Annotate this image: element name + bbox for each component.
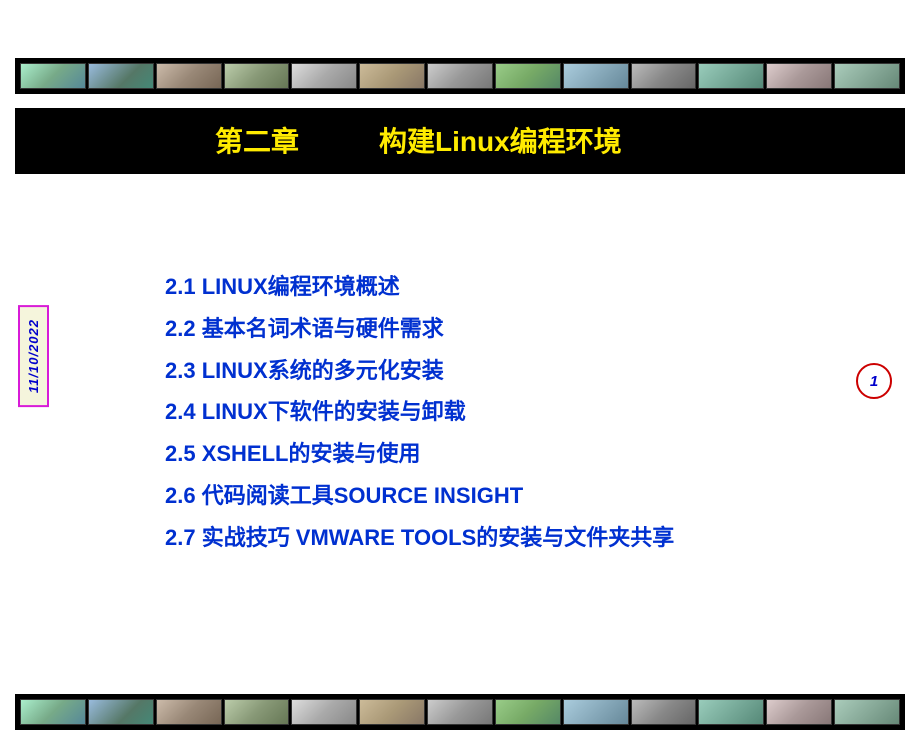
thumb bbox=[427, 63, 493, 89]
thumb bbox=[359, 699, 425, 725]
thumb bbox=[224, 63, 290, 89]
chapter-header: 第二章 构建Linux编程环境 bbox=[15, 108, 905, 174]
thumb bbox=[631, 699, 697, 725]
thumb bbox=[766, 63, 832, 89]
thumb bbox=[156, 63, 222, 89]
chapter-title: 构建Linux编程环境 bbox=[379, 120, 622, 160]
thumb bbox=[698, 63, 764, 89]
thumb bbox=[291, 699, 357, 725]
filmstrip-top bbox=[15, 58, 905, 94]
thumb bbox=[359, 63, 425, 89]
thumb bbox=[156, 699, 222, 725]
thumb bbox=[224, 699, 290, 725]
thumb bbox=[563, 699, 629, 725]
toc-item: 2.3 LINUX系统的多元化安装 bbox=[165, 350, 674, 392]
thumb bbox=[88, 699, 154, 725]
toc-item: 2.2 基本名词术语与硬件需求 bbox=[165, 308, 674, 350]
thumb bbox=[563, 63, 629, 89]
toc-item: 2.7 实战技巧 VMWARE TOOLS的安装与文件夹共享 bbox=[165, 517, 674, 559]
thumb bbox=[631, 63, 697, 89]
toc-item: 2.1 LINUX编程环境概述 bbox=[165, 266, 674, 308]
thumb bbox=[766, 699, 832, 725]
toc-item: 2.5 XSHELL的安装与使用 bbox=[165, 433, 674, 475]
thumb bbox=[495, 63, 561, 89]
table-of-contents: 2.1 LINUX编程环境概述 2.2 基本名词术语与硬件需求 2.3 LINU… bbox=[165, 266, 674, 559]
filmstrip-bottom bbox=[15, 694, 905, 730]
thumb bbox=[20, 699, 86, 725]
thumb bbox=[834, 63, 900, 89]
thumb bbox=[20, 63, 86, 89]
chapter-number: 第二章 bbox=[215, 120, 299, 160]
toc-item: 2.6 代码阅读工具SOURCE INSIGHT bbox=[165, 475, 674, 517]
page-number-badge: 1 bbox=[856, 363, 892, 399]
thumb bbox=[88, 63, 154, 89]
thumb bbox=[427, 699, 493, 725]
thumb bbox=[698, 699, 764, 725]
thumb bbox=[495, 699, 561, 725]
date-stamp: 11/10/2022 bbox=[18, 305, 49, 407]
thumb bbox=[834, 699, 900, 725]
toc-item: 2.4 LINUX下软件的安装与卸载 bbox=[165, 391, 674, 433]
thumb bbox=[291, 63, 357, 89]
